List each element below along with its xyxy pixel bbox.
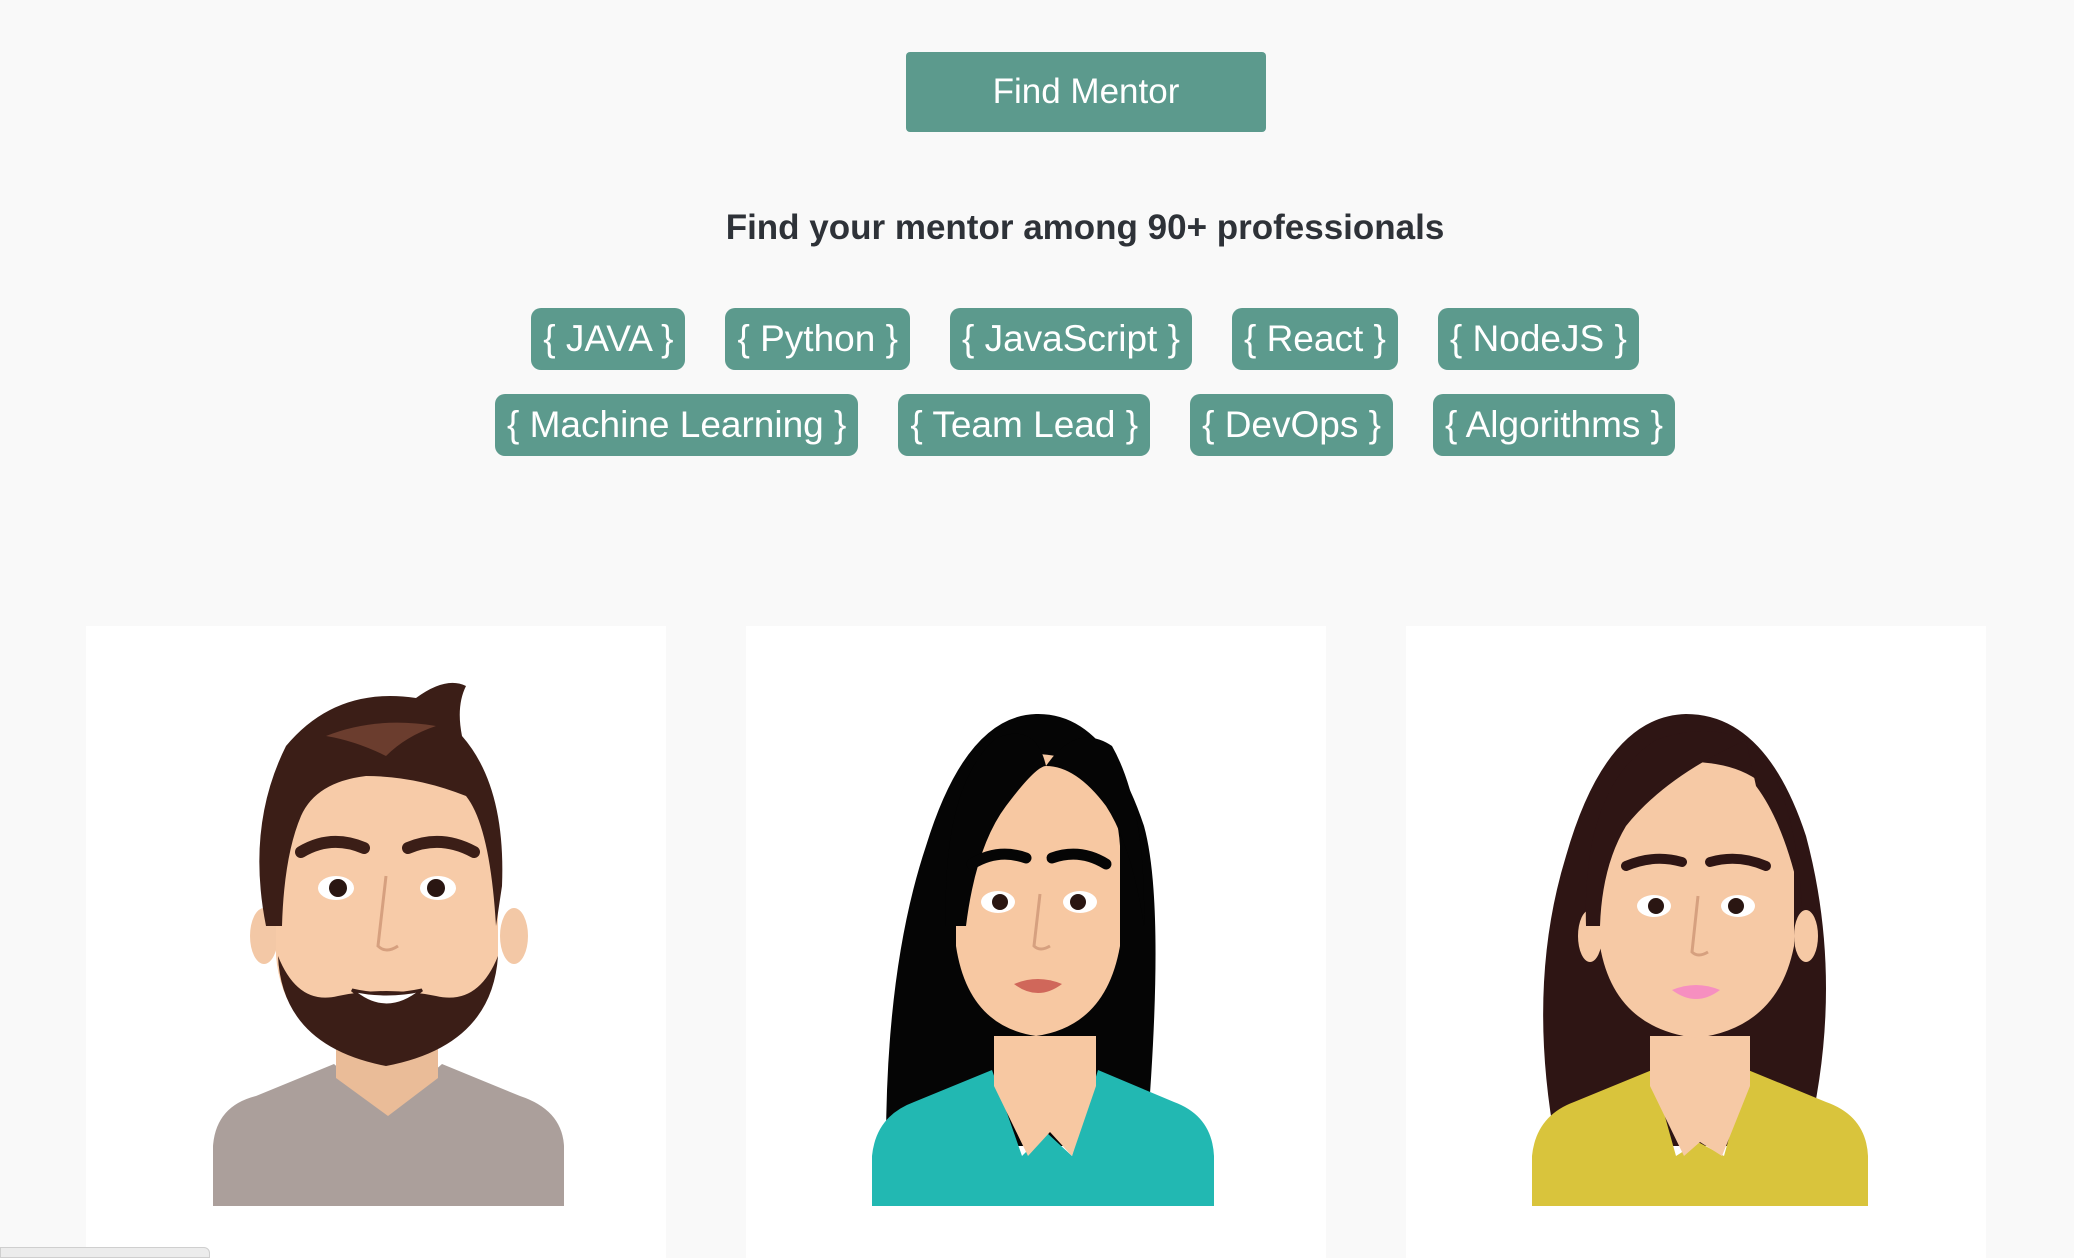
tag-python[interactable]: { Python } [725,308,910,370]
tag-row-1: { JAVA } { Python } { JavaScript } { Rea… [0,308,2074,370]
brown-haired-woman-avatar [1532,714,1868,1206]
tag-javascript[interactable]: { JavaScript } [949,308,1192,370]
tag-row-2: { Machine Learning } { Team Lead } { Dev… [0,394,2074,456]
black-haired-woman-avatar [872,713,1214,1206]
find-mentor-button[interactable]: Find Mentor [906,52,1266,132]
page: Find Mentor Find your mentor among 90+ p… [0,0,2074,1258]
tag-devops[interactable]: { DevOps } [1190,394,1394,456]
bearded-man-avatar [213,682,564,1206]
tag-react[interactable]: { React } [1231,308,1398,370]
mentor-card[interactable] [746,626,1326,1258]
tag-nodejs[interactable]: { NodeJS } [1437,308,1639,370]
mentor-card[interactable] [1406,626,1986,1258]
tag-algorithms[interactable]: { Algorithms } [1433,394,1676,456]
tag-java[interactable]: { JAVA } [531,308,686,370]
page-subtitle: Find your mentor among 90+ professionals [725,208,1445,247]
tag-machine-learning[interactable]: { Machine Learning } [494,394,859,456]
tag-team-lead[interactable]: { Team Lead } [898,394,1151,456]
mentor-card[interactable] [86,626,666,1258]
bottom-status-bar [0,1247,210,1258]
